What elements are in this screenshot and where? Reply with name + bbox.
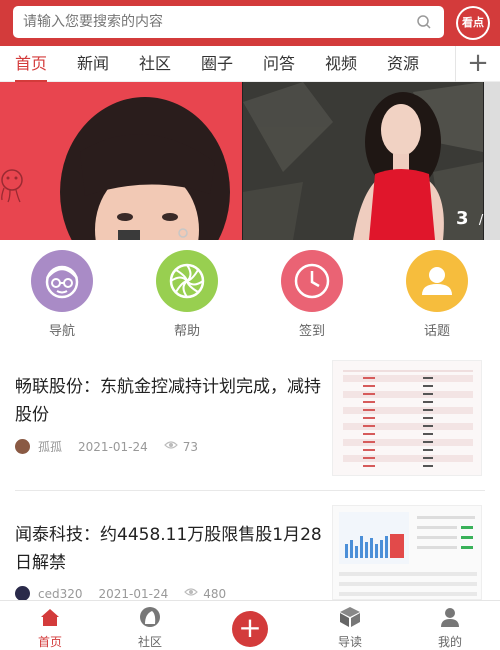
banner-slide-image[interactable] [0, 82, 242, 240]
news-date: 2021-01-24 [78, 439, 148, 454]
quick-nav-label: 帮助 [173, 324, 200, 339]
quick-nav: 导航 帮助 签到 话题 [0, 240, 500, 340]
bottom-nav-label: 社区 [137, 635, 162, 649]
quick-nav-help[interactable]: 帮助 [155, 250, 219, 339]
banner-slide-image[interactable] [243, 82, 483, 240]
quick-nav-guide[interactable]: 导航 [30, 250, 94, 339]
tab-news[interactable]: 新闻 [77, 46, 109, 82]
quick-nav-label: 话题 [423, 324, 450, 339]
tab-video[interactable]: 视频 [325, 46, 357, 82]
tab-circles[interactable]: 圈子 [201, 46, 233, 82]
search-input[interactable] [23, 6, 403, 38]
news-meta: ced320 2021-01-24 480 [15, 585, 226, 601]
avatar [15, 439, 30, 454]
news-title[interactable]: 畅联股份：东航金控减持计划完成，减持股份 [15, 373, 327, 429]
pagination-separator: / [478, 213, 484, 228]
news-item[interactable]: 闻泰科技：约4458.11万股限售股1月28日解禁 ced320 2021-01-… [0, 505, 500, 601]
eye-icon [163, 441, 178, 449]
aperture-icon[interactable] [156, 250, 218, 312]
search-bar[interactable] [13, 6, 444, 38]
bottom-nav-label: 我的 [437, 635, 462, 649]
profile-icon [441, 608, 459, 627]
search-icon[interactable] [416, 14, 432, 30]
category-tabs: 首页 新闻 社区 圈子 问答 视频 资源 + [0, 46, 500, 82]
user-icon[interactable] [406, 250, 468, 312]
news-views: 73 [182, 439, 199, 454]
banner-pagination: 3 / [456, 208, 483, 229]
clock-icon[interactable] [281, 250, 343, 312]
eye-icon [184, 588, 199, 596]
add-tab-button[interactable]: + [455, 46, 500, 82]
divider [15, 490, 485, 491]
face-glasses-icon[interactable] [31, 250, 93, 312]
tab-resources[interactable]: 资源 [387, 46, 419, 82]
news-item[interactable]: 畅联股份：东航金控减持计划完成，减持股份 孤孤 2021-01-24 73 [0, 358, 500, 490]
bottom-nav-label: 导读 [337, 635, 362, 649]
community-icon [140, 607, 160, 627]
bottom-nav-home[interactable]: 首页 [20, 601, 80, 650]
app-logo[interactable]: 看点 [456, 6, 490, 40]
bottom-nav-guide[interactable]: 导读 [320, 601, 380, 650]
quick-nav-label: 签到 [298, 324, 325, 339]
news-author[interactable]: 孤孤 [38, 439, 62, 455]
avatar [15, 586, 30, 601]
box-icon [340, 607, 360, 627]
tab-community[interactable]: 社区 [139, 46, 171, 82]
bottom-nav-community[interactable]: 社区 [120, 601, 180, 650]
plus-icon[interactable]: + [232, 611, 268, 647]
top-header: 看点 [0, 0, 500, 46]
quick-nav-topics[interactable]: 话题 [405, 250, 469, 339]
tab-home[interactable]: 首页 [15, 46, 48, 82]
banner-carousel[interactable]: 3 / [0, 82, 500, 240]
news-thumbnail[interactable] [332, 360, 482, 476]
bottom-nav-label: 首页 [37, 635, 62, 649]
bottom-nav: 首页 社区 + 导读 我的 [0, 600, 500, 650]
news-thumbnail[interactable] [332, 505, 482, 600]
home-icon [41, 609, 59, 626]
news-title[interactable]: 闻泰科技：约4458.11万股限售股1月28日解禁 [15, 521, 327, 577]
news-meta: 孤孤 2021-01-24 73 [15, 438, 198, 454]
logo-text: 看点 [458, 8, 488, 38]
pagination-current: 3 [456, 208, 469, 229]
tab-qa[interactable]: 问答 [263, 46, 295, 82]
bottom-nav-profile[interactable]: 我的 [420, 601, 480, 650]
quick-nav-checkin[interactable]: 签到 [280, 250, 344, 339]
banner-slide-image[interactable] [484, 82, 500, 240]
quick-nav-label: 导航 [48, 324, 75, 339]
